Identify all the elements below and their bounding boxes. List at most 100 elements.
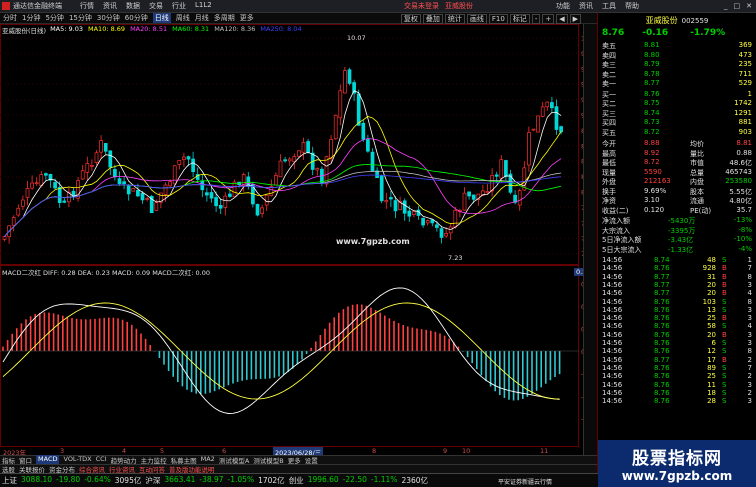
tick-side: S [722,305,727,314]
menu-item-0[interactable]: 行情 [80,1,94,11]
title-button-2[interactable]: 工具 [602,1,616,11]
stat-value2: 0.88 [736,148,752,157]
bid-label: 买三 [602,109,616,118]
period-tab-3[interactable]: 15分钟 [69,13,92,23]
candle-body [366,139,370,152]
candle-body [531,128,536,131]
chart-side-strip[interactable] [583,24,597,455]
kline-svg[interactable]: 10.009.809.609.409.209.008.808.608.408.2… [0,24,597,455]
title-button-1[interactable]: 资讯 [579,1,593,11]
menu-item-2[interactable]: 数据 [126,1,140,11]
kline-chart-area[interactable]: 10.009.809.609.409.209.008.808.608.408.2… [0,24,597,473]
candle-body [356,93,361,126]
tick-vol: 12 [707,347,716,356]
chart-tool-7[interactable]: + [542,13,555,24]
candle-body [2,236,7,240]
chart-tool-6[interactable]: - [531,13,541,24]
candle-body [384,200,389,203]
index-item: 创业 [288,476,304,485]
tick-vol: 928 [702,264,716,273]
chart-tool-5[interactable]: 标记 [509,13,530,24]
candle-body [99,140,103,153]
ask-price: 8.80 [644,50,660,59]
title-button-3[interactable]: 帮助 [625,1,639,11]
candle-body [439,228,444,238]
tick-price: 8.76 [654,363,670,372]
ask-label: 卖三 [602,61,616,69]
period-tab-2[interactable]: 5分钟 [45,13,63,23]
tick-time: 14:56 [602,272,623,281]
stat-row: 收益(二) 0.120 PE(动) 35.7 [602,206,752,215]
period-tab-4[interactable]: 30分钟 [97,13,120,23]
chart-tool-3[interactable]: 画线 [466,13,487,24]
stat-value2: 253580 [725,177,752,185]
stat-value2: 4.80亿 [729,197,752,205]
low-price-label: 7.23 [448,254,463,262]
trade-stock-tab[interactable]: 亚威股份 [445,1,473,11]
app-title: 通达信金融终端 [13,2,62,10]
chart-tool-0[interactable]: 复权 [400,13,421,24]
candle-body [145,198,149,200]
tick-side: S [722,363,727,372]
tick-price: 8.76 [654,388,670,397]
index-item: -22.50 [342,475,367,484]
ma-legend-item: MA20: 8.51 [130,25,168,33]
candle-body [421,217,425,226]
stat-value2: 5.55亿 [729,187,752,196]
chart-tool-8[interactable]: ◀ [556,13,568,24]
tick-price: 8.76 [654,264,670,273]
index-item: 1702亿 [258,476,285,485]
candle-body [550,102,554,109]
candle-body [361,122,366,140]
stat-row: 净资 3.10 流通 4.80亿 [602,196,752,205]
tick-count: 2 [747,372,752,381]
tick-row: 14:56 8.76 28 S 3 [602,397,752,406]
candle-body [126,185,131,195]
tick-vol: 20 [707,289,716,298]
stat-row: 换手 9.69% 股本 5.55亿 [602,187,752,196]
chart-tool-9[interactable]: ▶ [569,13,581,24]
tick-count: 3 [747,380,752,389]
tick-count: 2 [747,355,752,364]
tick-side: S [722,380,727,389]
menu-item-1[interactable]: 资讯 [103,1,117,11]
candle-body [315,168,320,171]
close-icon[interactable]: ✕ [746,2,752,10]
period-tab-5[interactable]: 60分钟 [125,13,148,23]
menu-item-4[interactable]: 行业 [172,1,186,11]
menu-item-3[interactable]: 交易 [149,1,163,11]
period-tab-9[interactable]: 多周期 [214,13,235,23]
bid-row: 买一 8.76 1 [602,90,752,99]
tick-time: 14:56 [602,322,623,331]
tick-side: B [722,314,727,323]
chart-tool-2[interactable]: 统计 [444,13,465,24]
chart-tool-4[interactable]: F10 [488,13,508,24]
period-tab-7[interactable]: 周线 [176,13,190,23]
title-button-0[interactable]: 功能 [556,1,570,11]
candle-body [117,178,122,185]
chart-tool-1[interactable]: 叠加 [422,13,443,24]
candle-body [218,205,223,209]
tick-price: 8.76 [654,380,670,389]
menu-item-5[interactable]: L1L2 [195,1,212,11]
period-tab-10[interactable]: 更多 [240,13,254,23]
trade-login-tab[interactable]: 交易未登录 [404,1,439,11]
stat-value: 8.72 [644,158,660,166]
candle-body [103,143,108,152]
tick-time: 14:56 [602,305,623,314]
bid-label: 买二 [602,100,616,108]
minimize-icon[interactable]: _ [724,2,728,10]
tick-price: 8.76 [654,314,670,323]
period-tab-1[interactable]: 1分钟 [22,13,40,23]
maximize-icon[interactable]: □ [734,2,741,10]
stat-label2: 流通 [690,197,704,205]
candle-body [80,170,85,180]
bid-price: 8.73 [644,118,660,126]
candle-body [16,207,21,216]
index-item: 3095亿 [114,476,142,485]
candle-body [186,156,191,160]
period-tab-6[interactable]: 日线 [152,13,171,23]
period-tab-8[interactable]: 月线 [195,13,209,23]
period-tab-0[interactable]: 分时 [3,13,17,23]
tick-vol: 20 [707,330,716,339]
